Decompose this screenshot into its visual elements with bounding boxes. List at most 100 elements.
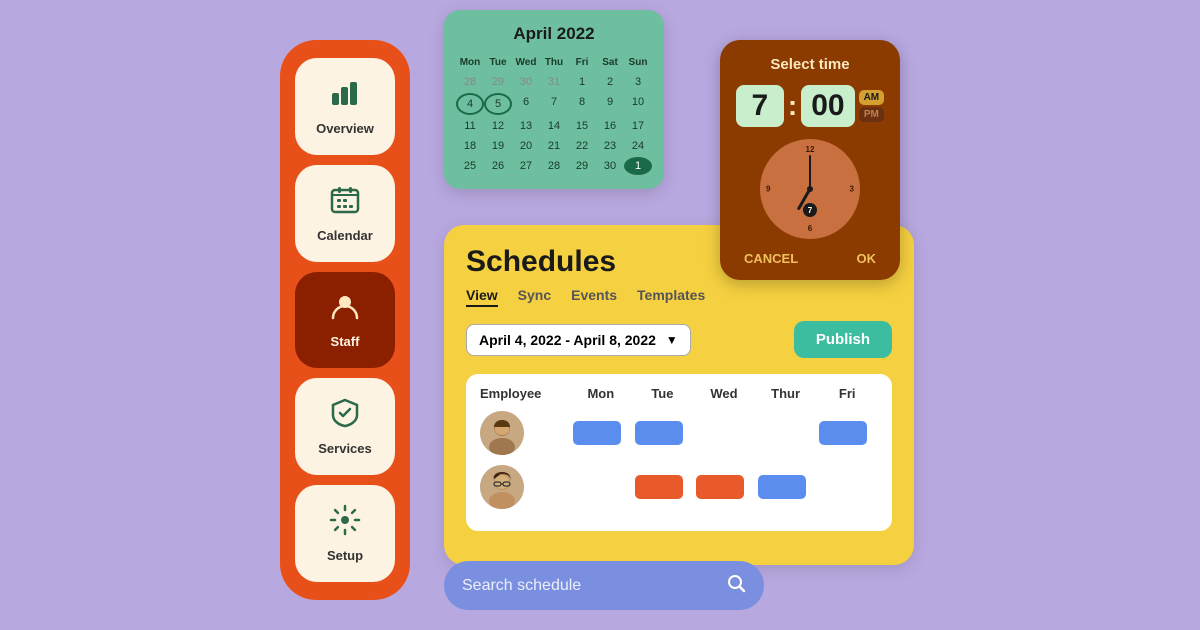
cal-day-4[interactable]: 4: [456, 93, 484, 115]
publish-button[interactable]: Publish: [794, 321, 892, 358]
cal-day-14[interactable]: 14: [540, 117, 568, 135]
cal-day-22[interactable]: 22: [568, 137, 596, 155]
tab-events[interactable]: Events: [571, 287, 617, 307]
cal-day-16[interactable]: 16: [596, 117, 624, 135]
cal-day-21[interactable]: 21: [540, 137, 568, 155]
cal-header-tue: Tue: [484, 54, 512, 71]
emp1-tue-shift: [632, 419, 694, 447]
am-button[interactable]: AM: [859, 90, 885, 105]
calendar-icon: [329, 184, 361, 223]
sidebar-item-staff-label: Staff: [331, 334, 360, 349]
cal-day-18[interactable]: 18: [456, 137, 484, 155]
cal-day-13[interactable]: 13: [512, 117, 540, 135]
clock-tick-3: 3: [850, 185, 854, 194]
time-picker-title: Select time: [734, 56, 886, 73]
cal-header-thu: Thu: [540, 54, 568, 71]
cal-day-9[interactable]: 9: [596, 93, 624, 115]
cal-day-1-next[interactable]: 1: [624, 157, 652, 175]
cal-header-mon: Mon: [456, 54, 484, 71]
col-header-tue: Tue: [632, 386, 694, 401]
search-input[interactable]: [462, 577, 716, 595]
cal-day-24[interactable]: 24: [624, 137, 652, 155]
sidebar-item-overview[interactable]: Overview: [295, 58, 395, 155]
cal-day-3[interactable]: 3: [624, 73, 652, 91]
employee-1-avatar: [480, 411, 524, 455]
time-hour[interactable]: 7: [736, 85, 784, 127]
time-picker: Select time 7 : 00 AM PM 12 3 6 9 7 CANC…: [720, 40, 900, 280]
cal-day-25[interactable]: 25: [456, 157, 484, 175]
cal-day-6[interactable]: 6: [512, 93, 540, 115]
cal-day-1[interactable]: 1: [568, 73, 596, 91]
shift-block-blue: [819, 421, 867, 445]
cal-day-26[interactable]: 26: [484, 157, 512, 175]
time-cancel-button[interactable]: CANCEL: [744, 251, 798, 266]
col-header-employee: Employee: [480, 386, 570, 401]
overview-icon: [329, 77, 361, 116]
tab-sync[interactable]: Sync: [518, 287, 551, 307]
emp1-mon-shift: [570, 419, 632, 447]
shift-block-orange: [635, 475, 683, 499]
col-header-wed: Wed: [693, 386, 755, 401]
table-row: [480, 411, 878, 455]
col-header-thur: Thur: [755, 386, 817, 401]
cal-day-15[interactable]: 15: [568, 117, 596, 135]
calendar-card: April 2022 Mon Tue Wed Thu Fri Sat Sun 2…: [444, 10, 664, 189]
sidebar-item-calendar[interactable]: Calendar: [295, 165, 395, 262]
sidebar-item-staff[interactable]: Staff: [295, 272, 395, 369]
cal-day-30[interactable]: 30: [596, 157, 624, 175]
emp2-wed-shift: [693, 473, 755, 501]
sidebar-item-services-label: Services: [318, 441, 372, 456]
cal-day-28[interactable]: 28: [540, 157, 568, 175]
cal-day-30p[interactable]: 30: [512, 73, 540, 91]
table-header-row: Employee Mon Tue Wed Thur Fri: [480, 386, 878, 401]
shift-block-blue: [758, 475, 806, 499]
pm-button[interactable]: PM: [859, 107, 885, 122]
time-display: 7 : 00 AM PM: [734, 85, 886, 127]
clock-7-marker: 7: [803, 203, 817, 217]
calendar-grid: Mon Tue Wed Thu Fri Sat Sun 28 29 30 31 …: [456, 54, 652, 175]
cal-day-28p[interactable]: 28: [456, 73, 484, 91]
cal-day-10[interactable]: 10: [624, 93, 652, 115]
cal-day-29p[interactable]: 29: [484, 73, 512, 91]
cal-day-19[interactable]: 19: [484, 137, 512, 155]
tab-view[interactable]: View: [466, 287, 498, 307]
cal-day-23[interactable]: 23: [596, 137, 624, 155]
cal-day-27[interactable]: 27: [512, 157, 540, 175]
staff-icon: [329, 290, 361, 329]
shift-block-orange: [696, 475, 744, 499]
schedule-table: Employee Mon Tue Wed Thur Fri: [466, 374, 892, 531]
cal-day-17[interactable]: 17: [624, 117, 652, 135]
shift-block-blue: [573, 421, 621, 445]
cal-day-5[interactable]: 5: [484, 93, 512, 115]
dropdown-chevron-icon: ▼: [666, 333, 678, 347]
sidebar-item-setup[interactable]: Setup: [295, 485, 395, 582]
sidebar-item-setup-label: Setup: [327, 548, 363, 563]
calendar-title: April 2022: [456, 24, 652, 44]
cal-day-7[interactable]: 7: [540, 93, 568, 115]
employee-2-avatar-cell: [480, 465, 570, 509]
date-range-dropdown[interactable]: April 4, 2022 - April 8, 2022 ▼: [466, 324, 691, 356]
clock-hand-minute: [809, 155, 811, 189]
table-row: [480, 465, 878, 509]
sidebar: Overview Calendar Staff: [280, 40, 410, 600]
sidebar-item-calendar-label: Calendar: [317, 228, 373, 243]
cal-day-2[interactable]: 2: [596, 73, 624, 91]
cal-day-12[interactable]: 12: [484, 117, 512, 135]
sidebar-item-services[interactable]: Services: [295, 378, 395, 475]
clock-face[interactable]: 12 3 6 9 7: [760, 139, 860, 239]
schedules-tabs: View Sync Events Templates: [466, 287, 892, 307]
setup-icon: [329, 504, 361, 543]
cal-row-4: 18 19 20 21 22 23 24: [456, 137, 652, 155]
cal-day-8[interactable]: 8: [568, 93, 596, 115]
services-icon: [329, 397, 361, 436]
time-minute[interactable]: 00: [801, 85, 854, 127]
cal-row-3: 11 12 13 14 15 16 17: [456, 117, 652, 135]
cal-day-29[interactable]: 29: [568, 157, 596, 175]
cal-day-20[interactable]: 20: [512, 137, 540, 155]
date-range-label: April 4, 2022 - April 8, 2022: [479, 332, 656, 348]
tab-templates[interactable]: Templates: [637, 287, 705, 307]
time-ok-button[interactable]: OK: [857, 251, 877, 266]
cal-day-11[interactable]: 11: [456, 117, 484, 135]
cal-day-31p[interactable]: 31: [540, 73, 568, 91]
cal-header-sun: Sun: [624, 54, 652, 71]
